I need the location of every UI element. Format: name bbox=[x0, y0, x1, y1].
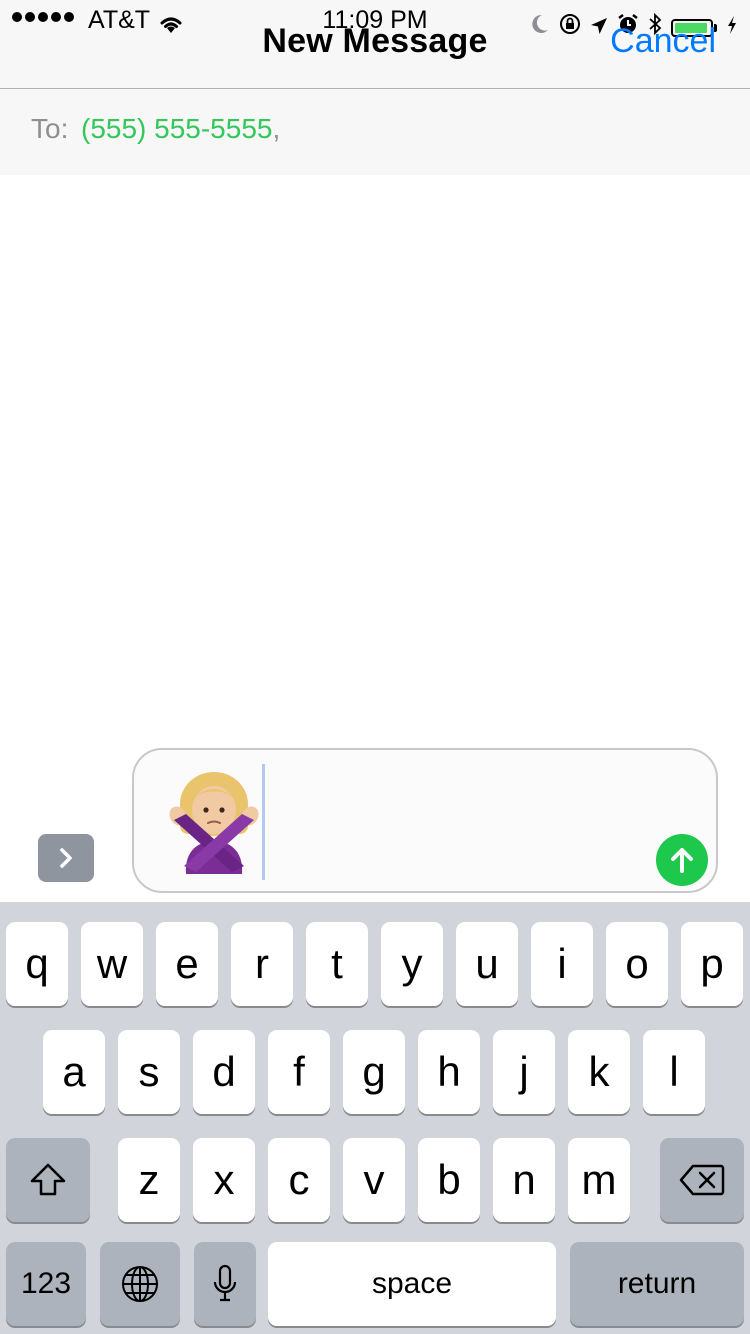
key-p[interactable]: p bbox=[681, 922, 743, 1006]
key-t[interactable]: t bbox=[306, 922, 368, 1006]
key-x[interactable]: x bbox=[193, 1138, 255, 1222]
key-n[interactable]: n bbox=[493, 1138, 555, 1222]
globe-icon bbox=[122, 1266, 158, 1302]
key-l[interactable]: l bbox=[643, 1030, 705, 1114]
return-key[interactable]: return bbox=[570, 1242, 744, 1326]
key-b[interactable]: b bbox=[418, 1138, 480, 1222]
key-m[interactable]: m bbox=[568, 1138, 630, 1222]
key-h[interactable]: h bbox=[418, 1030, 480, 1114]
delete-key[interactable] bbox=[660, 1138, 744, 1222]
person-gesturing-no-emoji bbox=[164, 770, 264, 874]
cancel-button[interactable]: Cancel bbox=[610, 22, 716, 61]
text-cursor bbox=[262, 764, 265, 880]
globe-key[interactable] bbox=[100, 1242, 180, 1326]
key-y[interactable]: y bbox=[381, 922, 443, 1006]
key-k[interactable]: k bbox=[568, 1030, 630, 1114]
backspace-icon bbox=[679, 1164, 725, 1196]
key-f[interactable]: f bbox=[268, 1030, 330, 1114]
navigation-bar: AT&T 11:09 PM New Message Cancel bbox=[0, 0, 750, 89]
send-button[interactable] bbox=[656, 834, 708, 886]
arrow-up-icon bbox=[671, 848, 693, 873]
numbers-key[interactable]: 123 bbox=[6, 1242, 86, 1326]
space-key[interactable]: space bbox=[268, 1242, 556, 1326]
key-i[interactable]: i bbox=[531, 922, 593, 1006]
recipient-field[interactable]: To: (555) 555-5555, bbox=[0, 89, 750, 175]
key-q[interactable]: q bbox=[6, 922, 68, 1006]
recipient-token[interactable]: (555) 555-5555, bbox=[81, 113, 280, 145]
key-c[interactable]: c bbox=[268, 1138, 330, 1222]
key-a[interactable]: a bbox=[43, 1030, 105, 1114]
dictation-key[interactable] bbox=[194, 1242, 256, 1326]
key-s[interactable]: s bbox=[118, 1030, 180, 1114]
key-g[interactable]: g bbox=[343, 1030, 405, 1114]
microphone-icon bbox=[213, 1264, 237, 1302]
chevron-right-icon bbox=[60, 848, 72, 868]
expand-apps-button[interactable] bbox=[38, 834, 94, 882]
key-j[interactable]: j bbox=[493, 1030, 555, 1114]
key-u[interactable]: u bbox=[456, 922, 518, 1006]
key-r[interactable]: r bbox=[231, 922, 293, 1006]
shift-key[interactable] bbox=[6, 1138, 90, 1222]
recipient-separator: , bbox=[272, 113, 281, 144]
to-label: To: bbox=[31, 113, 69, 144]
keyboard: qwertyuiop asdfghjkl zxcvbnm 123 space r… bbox=[0, 902, 750, 1334]
key-e[interactable]: e bbox=[156, 922, 218, 1006]
key-w[interactable]: w bbox=[81, 922, 143, 1006]
key-z[interactable]: z bbox=[118, 1138, 180, 1222]
message-input[interactable] bbox=[132, 748, 718, 893]
key-d[interactable]: d bbox=[193, 1030, 255, 1114]
key-v[interactable]: v bbox=[343, 1138, 405, 1222]
key-o[interactable]: o bbox=[606, 922, 668, 1006]
recipient-number: (555) 555-5555 bbox=[81, 113, 273, 144]
shift-icon bbox=[30, 1163, 66, 1196]
